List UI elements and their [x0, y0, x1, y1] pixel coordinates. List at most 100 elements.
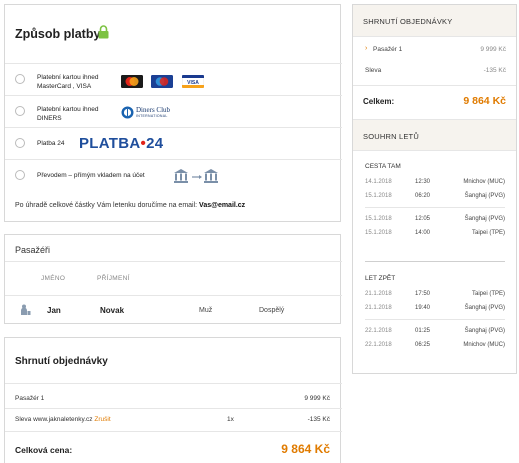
passenger-gender: Muž [199, 307, 213, 314]
flight-row: 15.1.2018 14:00 Taipei (TPE) [365, 230, 505, 239]
lock-icon [98, 25, 109, 39]
passengers-panel: Pasažéři JMÉNO PŘÍJMENÍ Jan Novak Muž Do… [4, 234, 342, 324]
column-header-surname: PŘÍJMENÍ [97, 275, 130, 282]
bank-transfer-icon [174, 169, 218, 183]
side-total-value: 9 864 Kč [463, 95, 506, 107]
side-discount-label: Sleva [365, 67, 382, 74]
total-value: 9 864 Kč [281, 442, 330, 456]
svg-text:VISA: VISA [187, 80, 199, 86]
option-label: Platební kartou ihned [37, 106, 99, 113]
order-summary-title: Shrnutí objednávky [15, 356, 108, 367]
platba24-logo: PLATBA•24 [79, 135, 163, 153]
flight-date: 15.1.2018 [365, 230, 392, 236]
payment-option-diners[interactable]: Platební kartou ihned DINERS Diners Club… [5, 95, 342, 127]
payment-title: Způsob platby [15, 27, 101, 41]
flight-date: 22.1.2018 [365, 342, 392, 348]
divider [5, 295, 342, 296]
column-header-name: JMÉNO [41, 275, 66, 282]
return-title: LET ZPĚT [365, 275, 396, 282]
flight-date: 22.1.2018 [365, 328, 392, 334]
radio-diners[interactable] [15, 106, 25, 116]
flight-time: 12:05 [415, 216, 431, 222]
divider [5, 431, 342, 432]
radio-card[interactable] [15, 74, 25, 84]
passengers-title: Pasažéři [15, 245, 51, 255]
flights-summary-header: SOUHRN LETŮ [353, 119, 516, 151]
passenger-type: Dospělý [259, 307, 285, 314]
payment-option-platba24[interactable]: Platba 24 PLATBA•24 [5, 127, 342, 159]
flight-city: Taipei (TPE) [471, 291, 505, 297]
passenger-surname: Novak [100, 306, 125, 315]
option-label: Platební kartou ihned [37, 74, 99, 81]
divider [353, 85, 516, 86]
summary-discount-qty: 1x [227, 416, 234, 423]
flight-row: 14.1.2018 12:30 Mnichov (MUC) [365, 179, 505, 188]
summary-discount-label: Sleva www.jaknaletenky.cz Zrušit [15, 416, 111, 423]
flight-city: Mnichov (MUC) [463, 179, 505, 185]
side-summary-title: SHRNUTÍ OBJEDNÁVKY [363, 17, 453, 26]
passenger-name: Jan [47, 306, 61, 315]
total-label: Celková cena: [15, 445, 73, 455]
side-summary-panel: SHRNUTÍ OBJEDNÁVKY › Pasažér 1 9 999 Kč … [352, 4, 517, 374]
order-summary-panel: Shrnutí objednávky Pasažér 1 9 999 Kč Sl… [4, 337, 342, 463]
divider [365, 319, 505, 320]
flight-date: 15.1.2018 [365, 193, 392, 199]
payment-option-transfer[interactable]: Převodem – přímým vkladem na účet [5, 159, 342, 191]
flight-city: Mnichov (MUC) [463, 342, 505, 348]
flight-time: 12:30 [415, 179, 431, 185]
divider [5, 408, 342, 409]
flight-city: Taipei (TPE) [471, 230, 505, 236]
flight-city: Šanghaj (PVG) [464, 216, 505, 222]
visa-icon: VISA [182, 75, 204, 88]
flight-row: 21.1.2018 19:40 Šanghaj (PVG) [365, 305, 505, 314]
flight-time: 06:25 [415, 342, 431, 348]
flight-time: 17:50 [415, 291, 431, 297]
flight-row: 21.1.2018 17:50 Taipei (TPE) [365, 291, 505, 300]
flight-row: 15.1.2018 12:05 Šanghaj (PVG) [365, 216, 505, 225]
divider [5, 261, 342, 262]
payment-method-panel: Způsob platby Platební kartou ihned Mast… [4, 4, 342, 222]
side-summary-header: SHRNUTÍ OBJEDNÁVKY [353, 5, 516, 37]
divider [365, 207, 505, 208]
cancel-discount-link[interactable]: Zrušit [94, 416, 110, 423]
email-note: Po úhradě celkové částky Vám letenku dor… [15, 202, 245, 209]
option-sublabel: MasterCard , VISA [37, 83, 92, 90]
summary-passenger-label: Pasažér 1 [15, 395, 45, 402]
flight-time: 14:00 [415, 230, 431, 236]
flight-time: 19:40 [415, 305, 431, 311]
flight-row: 22.1.2018 06:25 Mnichov (MUC) [365, 342, 505, 351]
chevron-right-icon[interactable]: › [365, 45, 367, 52]
maestro-icon [151, 75, 173, 88]
radio-transfer[interactable] [15, 170, 25, 180]
flight-city: Šanghaj (PVG) [464, 193, 505, 199]
diners-club-logo: Diners Club INTERNATIONAL [121, 105, 181, 121]
platba-logo-main: PLATBA [79, 135, 141, 152]
flight-city: Šanghaj (PVG) [464, 328, 505, 334]
side-passenger-label[interactable]: Pasažér 1 [373, 46, 402, 53]
option-label: Platba 24 [37, 140, 65, 147]
diners-logo-sub: INTERNATIONAL [136, 114, 168, 118]
summary-discount-value: -135 Kč [307, 416, 330, 423]
side-discount-value: -135 Kč [483, 67, 506, 74]
passenger-icon [21, 304, 31, 315]
flight-time: 01:25 [415, 328, 431, 334]
flight-date: 21.1.2018 [365, 291, 392, 297]
email-address: Vas@email.cz [199, 202, 246, 209]
platba-logo-num: 24 [146, 135, 164, 152]
flight-date: 14.1.2018 [365, 179, 392, 185]
diners-club-icon [121, 106, 134, 119]
flight-city: Šanghaj (PVG) [464, 305, 505, 311]
divider [5, 383, 342, 384]
flight-date: 21.1.2018 [365, 305, 392, 311]
diners-logo-text: Diners Club [136, 106, 171, 114]
email-note-text: Po úhradě celkové částky Vám letenku dor… [15, 202, 198, 209]
divider [365, 261, 505, 262]
discount-label-text: Sleva www.jaknaletenky.cz [15, 416, 93, 423]
side-total-label: Celkem: [363, 97, 395, 106]
option-sublabel: DINERS [37, 115, 62, 122]
outbound-title: CESTA TAM [365, 163, 401, 170]
payment-option-card[interactable]: Platební kartou ihned MasterCard , VISA … [5, 63, 342, 95]
radio-platba24[interactable] [15, 138, 25, 148]
flight-time: 06:20 [415, 193, 431, 199]
option-label: Převodem – přímým vkladem na účet [37, 172, 145, 179]
